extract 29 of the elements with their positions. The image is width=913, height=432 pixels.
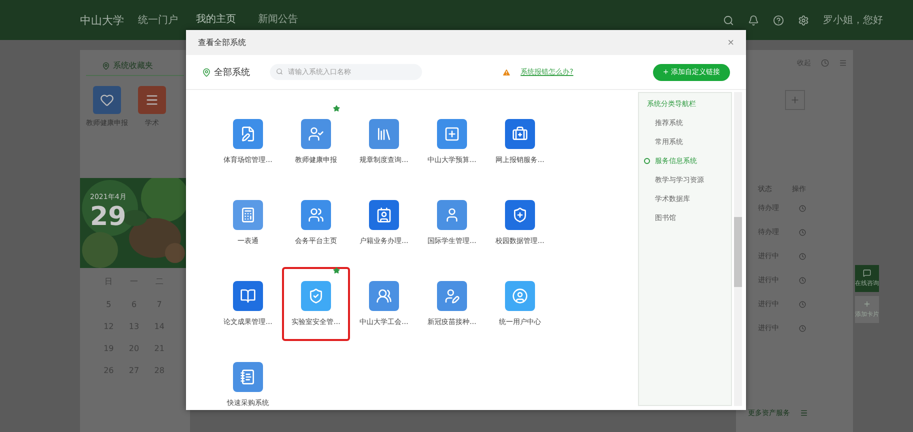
pin-icon <box>202 68 211 76</box>
dialog-title: 查看全部系统 <box>198 37 246 48</box>
warning-icon <box>502 68 511 76</box>
close-button[interactable]: × <box>728 36 734 48</box>
calendar-day: 29 <box>90 202 126 232</box>
clock-icon[interactable] <box>799 324 806 332</box>
add-card-button[interactable] <box>784 90 804 110</box>
app-icon <box>138 86 166 114</box>
scope-label: 全部系统 <box>214 66 250 78</box>
user-greeting[interactable]: 罗小姐，您好 <box>823 13 883 27</box>
clock-icon[interactable] <box>799 204 806 212</box>
plus-icon <box>790 95 800 105</box>
clock-icon[interactable] <box>799 300 806 308</box>
plus-icon <box>863 300 871 308</box>
pin-icon <box>102 62 110 70</box>
clock-icon[interactable] <box>821 59 829 67</box>
help-icon[interactable] <box>773 14 784 26</box>
bell-icon[interactable] <box>748 14 759 26</box>
search-icon[interactable] <box>723 14 734 26</box>
clock-icon[interactable] <box>799 276 806 284</box>
clock-icon[interactable] <box>799 252 806 260</box>
menu-icon[interactable] <box>800 409 808 417</box>
chat-icon <box>863 269 871 277</box>
settings-icon[interactable] <box>798 14 809 26</box>
logo: 中山大学 <box>80 12 124 28</box>
app-icon <box>93 86 121 114</box>
menu-icon[interactable] <box>839 59 847 67</box>
clock-icon[interactable] <box>799 228 806 236</box>
portal-name: 统一门户 <box>138 14 178 27</box>
